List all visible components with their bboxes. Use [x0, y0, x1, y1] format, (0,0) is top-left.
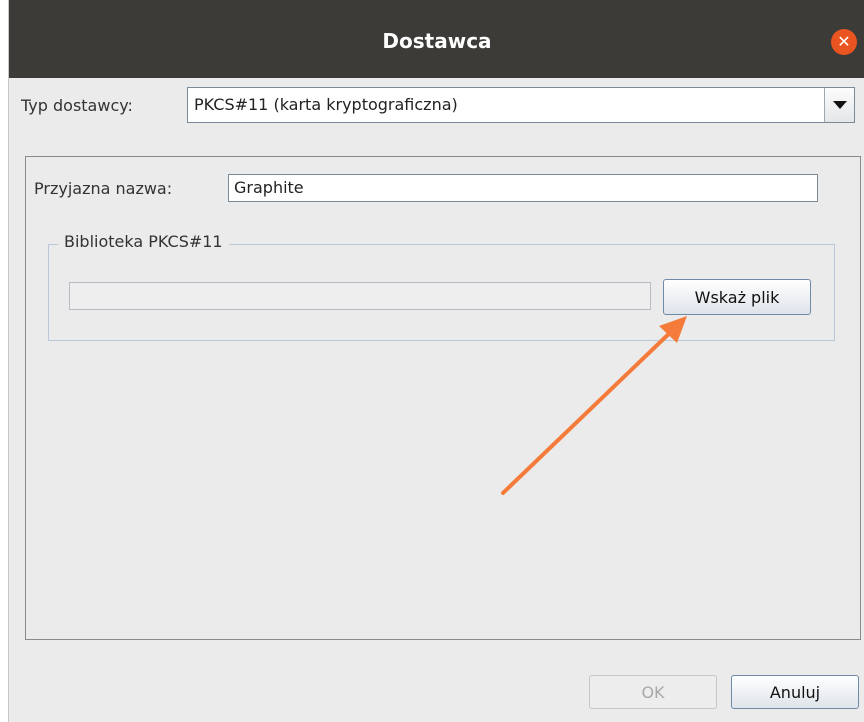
provider-type-label: Typ dostawcy: [21, 96, 133, 115]
title-bar[interactable]: Dostawca ✕ [9, 0, 864, 78]
close-button[interactable]: ✕ [831, 29, 857, 55]
ok-button[interactable]: OK [589, 675, 717, 709]
cancel-button[interactable]: Anuluj [731, 675, 859, 709]
provider-type-value: PKCS#11 (karta kryptograficzna) [194, 95, 458, 114]
chevron-down-icon [832, 101, 847, 109]
close-icon: ✕ [837, 32, 851, 51]
dialog-title: Dostawca [382, 29, 492, 53]
pkcs11-library-group-title: Biblioteka PKCS#11 [58, 232, 229, 251]
browse-file-button[interactable]: Wskaż plik [663, 279, 811, 315]
provider-type-select[interactable]: PKCS#11 (karta kryptograficzna) [187, 87, 855, 123]
provider-settings-panel [25, 156, 861, 640]
friendly-name-label: Przyjazna nazwa: [34, 179, 173, 198]
provider-dialog: Dostawca ✕ Typ dostawcy: PKCS#11 (karta … [8, 0, 864, 722]
dropdown-button[interactable] [824, 88, 854, 122]
friendly-name-input[interactable]: Graphite [228, 174, 818, 202]
library-path-field[interactable] [69, 282, 651, 310]
